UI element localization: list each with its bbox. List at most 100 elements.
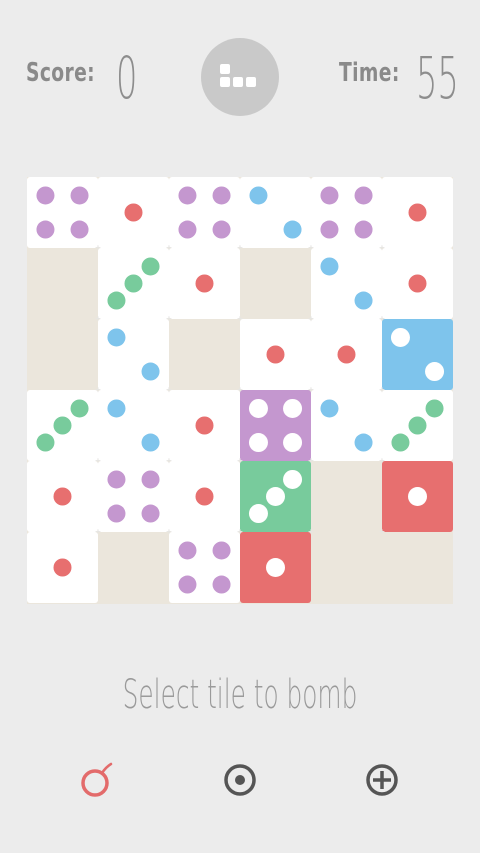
grid-marker: + bbox=[236, 456, 244, 465]
pip bbox=[178, 220, 197, 239]
pip bbox=[36, 433, 55, 452]
tile[interactable] bbox=[98, 461, 169, 532]
tile[interactable] bbox=[382, 177, 453, 248]
grid-marker: + bbox=[307, 385, 315, 394]
tile[interactable] bbox=[382, 390, 453, 461]
score-value: 0 bbox=[116, 44, 138, 112]
pip bbox=[354, 291, 373, 310]
pip bbox=[107, 291, 126, 310]
pip bbox=[408, 487, 427, 506]
tile-pips bbox=[320, 399, 373, 452]
grid-marker: + bbox=[94, 314, 102, 323]
pip bbox=[266, 345, 285, 364]
pip bbox=[70, 220, 89, 239]
pip bbox=[124, 203, 143, 222]
tile-pips bbox=[337, 345, 356, 364]
grid-marker: + bbox=[236, 385, 244, 394]
grid-marker: + bbox=[378, 243, 386, 252]
grid-marker: + bbox=[307, 314, 315, 323]
tile-pips bbox=[390, 327, 445, 382]
tile[interactable] bbox=[169, 461, 240, 532]
blocks-icon bbox=[220, 64, 256, 87]
pip bbox=[354, 433, 373, 452]
grid-marker: + bbox=[94, 243, 102, 252]
grid-marker: + bbox=[378, 527, 386, 536]
tile-pips bbox=[320, 186, 373, 239]
grid-marker: + bbox=[165, 527, 173, 536]
tile[interactable] bbox=[27, 177, 98, 248]
pip bbox=[195, 487, 214, 506]
tile[interactable] bbox=[169, 248, 240, 319]
tile-pips bbox=[408, 274, 427, 293]
grid-marker: + bbox=[307, 456, 315, 465]
pip bbox=[53, 487, 72, 506]
tile[interactable] bbox=[240, 532, 311, 603]
grid-marker: + bbox=[307, 243, 315, 252]
tile[interactable] bbox=[311, 248, 382, 319]
tile[interactable] bbox=[382, 319, 453, 390]
tile[interactable] bbox=[27, 390, 98, 461]
tile-pips bbox=[107, 399, 160, 452]
menu-button[interactable] bbox=[201, 38, 279, 116]
pip bbox=[141, 257, 160, 276]
pip bbox=[266, 487, 285, 506]
pip bbox=[107, 399, 126, 418]
pip bbox=[248, 504, 268, 524]
pip bbox=[337, 345, 356, 364]
tile[interactable] bbox=[311, 319, 382, 390]
tile-pips bbox=[320, 257, 373, 310]
pip bbox=[107, 328, 126, 347]
tile[interactable] bbox=[98, 390, 169, 461]
tile-pips bbox=[107, 257, 160, 310]
tile-pips bbox=[53, 487, 72, 506]
tile-pips bbox=[178, 541, 231, 594]
pip bbox=[212, 575, 231, 594]
tile[interactable] bbox=[382, 461, 453, 532]
grid-marker: + bbox=[165, 243, 173, 252]
tile[interactable] bbox=[382, 248, 453, 319]
pip bbox=[249, 186, 268, 205]
pip bbox=[70, 399, 89, 418]
pip bbox=[283, 398, 303, 418]
tile-pips bbox=[36, 186, 89, 239]
tile[interactable] bbox=[98, 248, 169, 319]
tile[interactable] bbox=[240, 319, 311, 390]
tile[interactable] bbox=[169, 177, 240, 248]
pip bbox=[178, 575, 197, 594]
grid-marker: + bbox=[236, 243, 244, 252]
pip bbox=[212, 541, 231, 560]
pip bbox=[141, 470, 160, 489]
tile-pips bbox=[195, 416, 214, 435]
grid-marker: + bbox=[378, 456, 386, 465]
tile[interactable] bbox=[27, 461, 98, 532]
tile[interactable] bbox=[27, 532, 98, 603]
pip bbox=[283, 433, 303, 453]
grid-marker: + bbox=[378, 314, 386, 323]
pip bbox=[408, 416, 427, 435]
tile[interactable] bbox=[169, 390, 240, 461]
target-tool-button[interactable] bbox=[218, 758, 262, 802]
tile[interactable] bbox=[311, 177, 382, 248]
pip bbox=[408, 274, 427, 293]
tile-pips bbox=[408, 487, 427, 506]
tile[interactable] bbox=[98, 177, 169, 248]
add-circle-icon bbox=[366, 764, 398, 796]
bomb-tool-button[interactable] bbox=[76, 758, 120, 802]
tile[interactable] bbox=[98, 319, 169, 390]
add-tool-button[interactable] bbox=[360, 758, 404, 802]
pip bbox=[70, 186, 89, 205]
status-message: Select tile to bomb bbox=[122, 672, 358, 718]
tile[interactable] bbox=[240, 390, 311, 461]
pip bbox=[390, 327, 410, 347]
pip bbox=[283, 220, 302, 239]
tile-pips bbox=[249, 186, 302, 239]
tile[interactable] bbox=[240, 177, 311, 248]
grid-marker: + bbox=[378, 385, 386, 394]
tile[interactable] bbox=[240, 461, 311, 532]
tile[interactable] bbox=[311, 390, 382, 461]
pip bbox=[354, 220, 373, 239]
game-board: + + + + + + + + + + + + + + + + + + + + + + + + + bbox=[27, 177, 453, 604]
pip bbox=[320, 220, 339, 239]
tile[interactable] bbox=[169, 532, 240, 603]
grid-marker: + bbox=[307, 527, 315, 536]
